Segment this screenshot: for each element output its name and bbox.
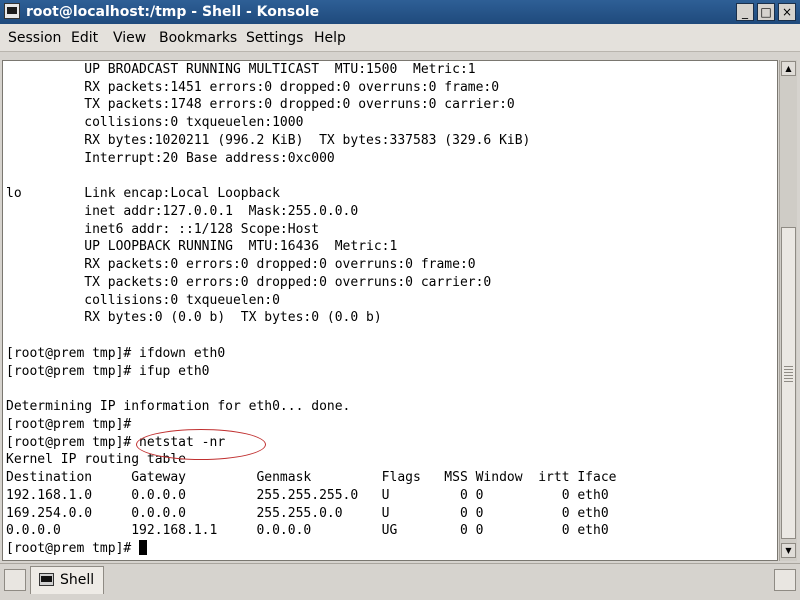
- prompt-text: [root@prem tmp]#: [6, 541, 140, 556]
- new-session-icon[interactable]: [4, 569, 26, 591]
- terminal-line: 192.168.1.0 0.0.0.0 255.255.255.0 U 0 0 …: [6, 488, 609, 503]
- title-bar[interactable]: root@localhost:/tmp - Shell - Konsole _ …: [0, 0, 800, 24]
- terminal-line: RX bytes:1020211 (996.2 KiB) TX bytes:33…: [6, 133, 531, 148]
- terminal-line: 0.0.0.0 192.168.1.1 0.0.0.0 UG 0 0 0 eth…: [6, 523, 609, 538]
- menu-view[interactable]: View: [113, 29, 146, 47]
- konsole-icon[interactable]: [4, 3, 20, 19]
- menu-help[interactable]: Help: [314, 29, 346, 47]
- terminal-line: inet addr:127.0.0.1 Mask:255.0.0.0: [6, 204, 359, 219]
- close-session-icon[interactable]: [774, 569, 796, 591]
- tab-label: Shell: [60, 572, 95, 588]
- terminal-line: collisions:0 txqueuelen:1000: [6, 115, 304, 130]
- terminal-line: [root@prem tmp]#: [6, 417, 132, 432]
- terminal-output[interactable]: UP BROADCAST RUNNING MULTICAST MTU:1500 …: [2, 60, 778, 561]
- terminal-line: Destination Gateway Genmask Flags MSS Wi…: [6, 470, 617, 485]
- menu-bookmarks[interactable]: Bookmarks: [159, 29, 237, 47]
- maximize-button[interactable]: □: [757, 3, 775, 21]
- menu-edit[interactable]: Edit: [71, 29, 98, 47]
- terminal-line: lo Link encap:Local Loopback: [6, 186, 280, 201]
- vertical-scrollbar[interactable]: ▲ ▼: [779, 60, 797, 561]
- terminal-line: Interrupt:20 Base address:0xc000: [6, 151, 335, 166]
- highlight-ellipse: [136, 429, 266, 460]
- scroll-down-arrow-icon[interactable]: ▼: [781, 543, 796, 558]
- session-tab-bar: Shell: [0, 563, 800, 600]
- terminal-line: [root@prem tmp]# ifup eth0: [6, 364, 210, 379]
- minimize-button[interactable]: _: [736, 3, 754, 21]
- terminal-line: collisions:0 txqueuelen:0: [6, 293, 280, 308]
- tab-shell[interactable]: Shell: [30, 566, 104, 594]
- close-button[interactable]: ×: [778, 3, 796, 21]
- terminal-line: RX packets:0 errors:0 dropped:0 overruns…: [6, 257, 476, 272]
- terminal-line: RX bytes:0 (0.0 b) TX bytes:0 (0.0 b): [6, 310, 382, 325]
- window-title: root@localhost:/tmp - Shell - Konsole: [26, 4, 320, 20]
- terminal-line: TX packets:0 errors:0 dropped:0 overruns…: [6, 275, 492, 290]
- prompt-line[interactable]: [root@prem tmp]#: [6, 540, 148, 558]
- menu-session[interactable]: Session: [8, 29, 61, 47]
- terminal-line: [root@prem tmp]# ifdown eth0: [6, 346, 226, 361]
- scrollbar-thumb[interactable]: [781, 227, 796, 539]
- menu-bar: Session Edit View Bookmarks Settings Hel…: [0, 24, 800, 52]
- terminal-line: UP LOOPBACK RUNNING MTU:16436 Metric:1: [6, 239, 398, 254]
- terminal-line: TX packets:1748 errors:0 dropped:0 overr…: [6, 97, 515, 112]
- text-cursor: [139, 540, 148, 555]
- terminal-icon: [39, 573, 54, 586]
- terminal-line: Determining IP information for eth0... d…: [6, 399, 351, 414]
- terminal-line: 169.254.0.0 0.0.0.0 255.255.0.0 U 0 0 0 …: [6, 506, 609, 521]
- terminal-line: UP BROADCAST RUNNING MULTICAST MTU:1500 …: [6, 62, 476, 77]
- terminal-line: RX packets:1451 errors:0 dropped:0 overr…: [6, 80, 500, 95]
- scroll-up-arrow-icon[interactable]: ▲: [781, 61, 796, 76]
- terminal-line: inet6 addr: ::1/128 Scope:Host: [6, 222, 320, 237]
- grip-icon: [784, 366, 793, 384]
- menu-settings[interactable]: Settings: [246, 29, 303, 47]
